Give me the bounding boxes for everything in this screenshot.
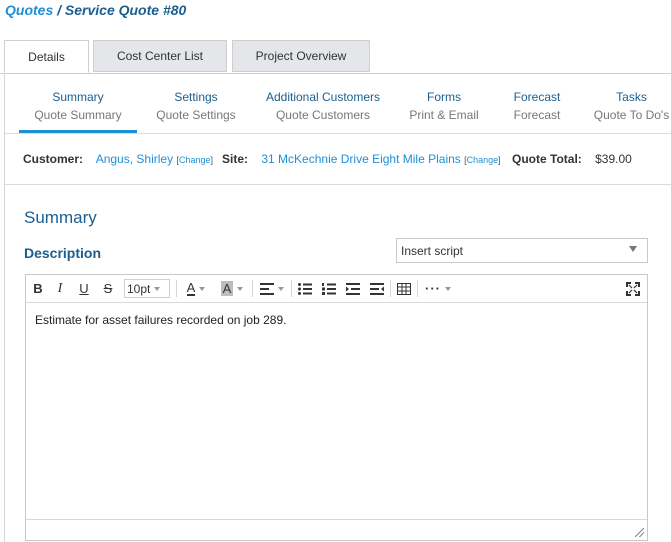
customer-info: Customer: Angus, Shirley [Change] xyxy=(23,152,213,166)
more-icon[interactable]: ··· xyxy=(422,279,454,298)
chevron-down-icon xyxy=(199,286,206,291)
tab-project-overview[interactable]: Project Overview xyxy=(232,40,370,72)
editor-statusbar xyxy=(26,519,647,540)
quote-total-label: Quote Total: xyxy=(512,152,582,166)
toolbar-divider xyxy=(252,280,253,297)
insert-script-select[interactable]: Insert script xyxy=(396,238,648,263)
font-size-value: 10pt xyxy=(127,281,151,296)
customer-link[interactable]: Angus, Shirley xyxy=(96,152,173,166)
subnav-forms-title: Forms xyxy=(427,90,461,104)
subnav-additional-customers-title: Additional Customers xyxy=(265,90,381,104)
toolbar-divider xyxy=(176,280,177,297)
fullscreen-icon[interactable] xyxy=(623,279,643,298)
subnav-summary[interactable]: Summary Quote Summary xyxy=(19,88,137,124)
more-glyph: ··· xyxy=(425,281,441,296)
sub-navigation: Summary Quote Summary Settings Quote Set… xyxy=(5,73,671,134)
outdent-glyph xyxy=(370,282,384,295)
resize-handle-icon[interactable] xyxy=(635,528,644,537)
highlight-color-glyph: A xyxy=(220,281,234,296)
tab-bar: Details Cost Center List Project Overvie… xyxy=(0,40,671,74)
font-size-select[interactable]: 10pt xyxy=(124,279,170,298)
breadcrumb-current: Service Quote #80 xyxy=(64,2,187,18)
bold-icon[interactable]: B xyxy=(30,279,46,298)
chevron-down-icon xyxy=(237,286,244,291)
toolbar-divider xyxy=(390,280,391,297)
tab-cost-center-list-label: Cost Center List xyxy=(116,49,204,63)
subnav-forecast[interactable]: Forecast Forecast xyxy=(499,88,575,124)
subnav-settings-title: Settings xyxy=(174,90,218,104)
subnav-forecast-title: Forecast xyxy=(513,90,561,104)
table-icon[interactable] xyxy=(395,279,413,298)
editor-content[interactable]: Estimate for asset failures recorded on … xyxy=(35,313,286,327)
indent-glyph xyxy=(346,282,360,295)
bullet-list-icon[interactable] xyxy=(296,279,314,298)
subnav-tasks-title: Tasks xyxy=(616,90,647,104)
quote-total-value: $39.00 xyxy=(595,152,632,166)
underline-icon[interactable]: U xyxy=(76,279,92,298)
breadcrumb: Quotes / Service Quote #80 xyxy=(5,2,186,18)
description-label: Description xyxy=(24,245,102,261)
tab-project-overview-label: Project Overview xyxy=(255,49,347,63)
details-panel: Summary Quote Summary Settings Quote Set… xyxy=(4,73,671,542)
insert-script-value: Insert script xyxy=(401,244,464,258)
tab-cost-center-list[interactable]: Cost Center List xyxy=(93,40,227,72)
summary-heading: Summary xyxy=(24,208,97,227)
site-change: [Change] xyxy=(464,155,501,165)
subnav-tasks[interactable]: Tasks Quote To Do's xyxy=(591,88,671,124)
site-info: Site: 31 McKechnie Drive Eight Mile Plai… xyxy=(222,152,501,166)
numbered-list-icon[interactable] xyxy=(320,279,338,298)
toolbar-divider xyxy=(417,280,418,297)
indent-icon[interactable] xyxy=(344,279,362,298)
italic-icon[interactable]: I xyxy=(52,279,68,298)
subnav-forms[interactable]: Forms Print & Email xyxy=(401,88,487,124)
breadcrumb-separator: / xyxy=(57,2,62,18)
editor-toolbar: B I U S 10pt A A ··· xyxy=(26,275,647,303)
quote-info-bar: Customer: Angus, Shirley [Change] Site: … xyxy=(5,133,671,185)
subnav-forecast-subtitle: Forecast xyxy=(513,108,561,122)
quote-total: Quote Total: $39.00 xyxy=(512,152,632,166)
highlight-color-icon[interactable]: A xyxy=(216,279,248,298)
chevron-down-icon xyxy=(445,286,451,291)
site-change-link[interactable]: Change xyxy=(467,155,499,165)
chevron-down-icon xyxy=(154,286,161,291)
customer-label: Customer: xyxy=(23,152,84,166)
subnav-additional-customers[interactable]: Additional Customers Quote Customers xyxy=(260,88,386,124)
description-editor: B I U S 10pt A A ··· Estimate for asset … xyxy=(25,274,648,541)
site-label: Site: xyxy=(222,152,249,166)
outdent-icon[interactable] xyxy=(368,279,386,298)
chevron-down-icon xyxy=(278,286,284,291)
subnav-settings-subtitle: Quote Settings xyxy=(156,108,236,122)
breadcrumb-quotes-link[interactable]: Quotes xyxy=(5,2,53,18)
align-icon[interactable] xyxy=(257,279,287,298)
strikethrough-icon[interactable]: S xyxy=(100,279,116,298)
table-glyph xyxy=(397,282,411,295)
site-link[interactable]: 31 McKechnie Drive Eight Mile Plains xyxy=(261,152,460,166)
numbered-list-glyph xyxy=(322,282,336,295)
chevron-down-icon xyxy=(629,246,637,252)
subnav-tasks-subtitle: Quote To Do's xyxy=(593,108,670,122)
bullet-list-glyph xyxy=(298,282,312,295)
subnav-additional-customers-subtitle: Quote Customers xyxy=(275,108,371,122)
fullscreen-glyph xyxy=(626,281,640,296)
align-left-icon xyxy=(260,282,274,295)
tab-details[interactable]: Details xyxy=(4,40,89,73)
font-color-glyph: A xyxy=(186,280,196,296)
font-color-icon[interactable]: A xyxy=(180,279,212,298)
tab-details-label: Details xyxy=(28,49,65,64)
toolbar-divider xyxy=(291,280,292,297)
subnav-summary-subtitle: Quote Summary xyxy=(34,108,122,122)
subnav-settings[interactable]: Settings Quote Settings xyxy=(150,88,242,124)
subnav-summary-title: Summary xyxy=(52,90,104,104)
subnav-forms-subtitle: Print & Email xyxy=(409,108,479,122)
customer-change-link[interactable]: Change xyxy=(179,155,211,165)
customer-change: [Change] xyxy=(176,155,213,165)
